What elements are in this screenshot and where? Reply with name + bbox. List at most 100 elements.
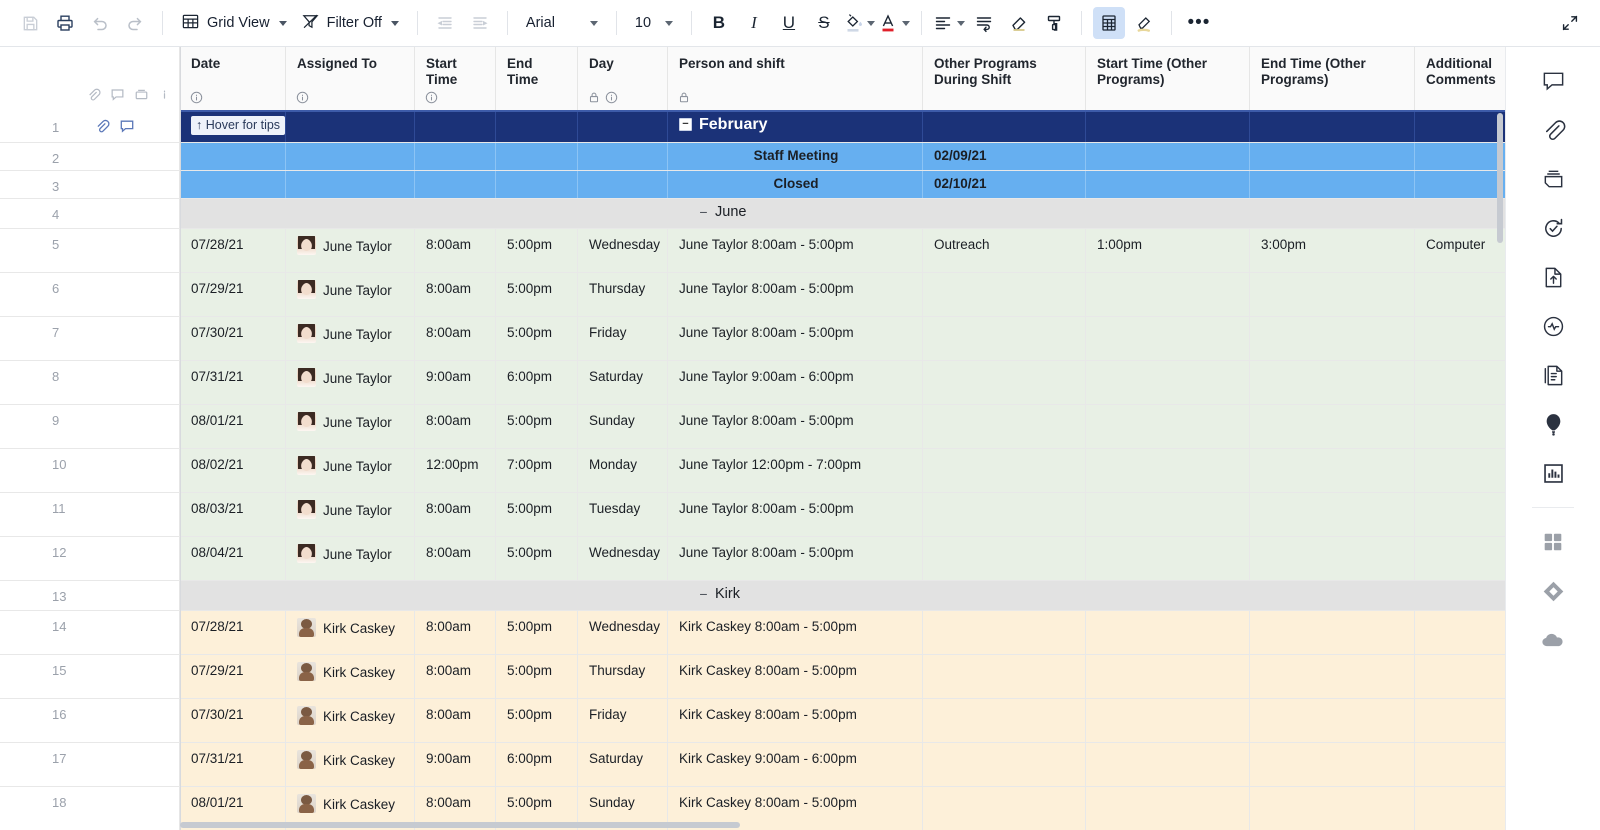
cell-date[interactable]: 07/30/21 (180, 699, 286, 742)
cell-start-time-other[interactable] (1086, 537, 1250, 580)
conversations-icon[interactable] (1531, 63, 1575, 99)
cell-end-time-other[interactable] (1250, 317, 1415, 360)
row-number-gutter[interactable]: 10 (0, 449, 180, 492)
cell-end-time[interactable]: 5:00pm (496, 537, 578, 580)
cell-date[interactable]: 08/01/21 (180, 405, 286, 448)
cell-day[interactable]: Wednesday (578, 229, 668, 272)
collapse-toggle-icon[interactable]: − (698, 586, 709, 603)
underline-button[interactable]: U (773, 7, 805, 39)
cell-start-time-other[interactable] (1086, 655, 1250, 698)
cell-person-and-shift[interactable]: June Taylor 8:00am - 5:00pm (668, 317, 923, 360)
cell-day[interactable] (578, 143, 668, 170)
cell-person-and-shift[interactable]: June Taylor 8:00am - 5:00pm (668, 493, 923, 536)
cell-person-and-shift[interactable]: June Taylor 8:00am - 5:00pm (668, 537, 923, 580)
cell-end-time-other[interactable] (1250, 361, 1415, 404)
cell-end-time-other[interactable] (1250, 449, 1415, 492)
table-row[interactable]: 13−Kirk (0, 581, 1505, 611)
cell-day[interactable]: Wednesday (578, 611, 668, 654)
cell-assigned[interactable]: June Taylor (286, 449, 415, 492)
attachment-icon[interactable] (86, 87, 101, 107)
group-row-cell[interactable]: −Kirk (180, 581, 1505, 610)
cell-end-time-other[interactable] (1250, 611, 1415, 654)
cell-additional-comments[interactable] (1415, 361, 1505, 404)
cell-date[interactable]: 07/29/21 (180, 273, 286, 316)
cell-assigned[interactable] (286, 171, 415, 198)
save-button[interactable] (14, 7, 46, 39)
cell-day[interactable]: Friday (578, 317, 668, 360)
cell-other-programs[interactable] (923, 611, 1086, 654)
cell-end-time-other[interactable] (1250, 699, 1415, 742)
attachments-icon[interactable] (1531, 112, 1575, 148)
cell-other-programs[interactable] (923, 317, 1086, 360)
bold-button[interactable]: B (703, 7, 735, 39)
cell-start-time[interactable]: 12:00pm (415, 449, 496, 492)
row-number-gutter[interactable]: 11 (0, 493, 180, 536)
hover-for-tips-chip[interactable]: ↑ Hover for tips (191, 116, 285, 135)
column-header-start-time-other[interactable]: Start Time (Other Programs) (1086, 47, 1250, 110)
row-number-gutter[interactable]: 12 (0, 537, 180, 580)
cell-start-time[interactable] (415, 143, 496, 170)
cell-additional-comments[interactable]: Computer (1415, 229, 1505, 272)
summary-icon[interactable] (1531, 357, 1575, 393)
cell-start-time[interactable]: 8:00am (415, 611, 496, 654)
balloon-icon[interactable] (1531, 406, 1575, 442)
cell-person-and-shift[interactable]: June Taylor 8:00am - 5:00pm (668, 405, 923, 448)
cell-additional-comments[interactable] (1415, 699, 1505, 742)
cell-group-3[interactable] (496, 112, 578, 142)
cell-assigned[interactable]: June Taylor (286, 317, 415, 360)
cell-end-time[interactable]: 5:00pm (496, 611, 578, 654)
cell-other-programs[interactable]: Outreach (923, 229, 1086, 272)
row-number-gutter[interactable]: 13 (0, 581, 180, 610)
table-row[interactable]: 1↑ Hover for tips−February (0, 112, 1505, 143)
fill-color-button[interactable] (843, 7, 875, 39)
cell-assigned[interactable]: June Taylor (286, 229, 415, 272)
cell-day[interactable]: Saturday (578, 743, 668, 786)
table-row[interactable]: 1607/30/21Kirk Caskey8:00am5:00pmFridayK… (0, 699, 1505, 743)
cell-date[interactable]: 07/30/21 (180, 317, 286, 360)
clear-format-button[interactable] (1003, 7, 1035, 39)
cell-other-programs[interactable] (923, 493, 1086, 536)
cell-start-time-other[interactable] (1086, 449, 1250, 492)
connector-icon[interactable] (1531, 573, 1575, 609)
highlighter-button[interactable] (1128, 7, 1160, 39)
cell-group-2[interactable] (415, 112, 496, 142)
cell-other-programs[interactable]: 02/10/21 (923, 171, 1086, 198)
cell-additional-comments[interactable] (1415, 655, 1505, 698)
vertical-scrollbar[interactable] (1496, 47, 1505, 830)
cell-start-time[interactable]: 8:00am (415, 273, 496, 316)
column-header-day[interactable]: Day (578, 47, 668, 110)
cell-other-programs[interactable] (923, 743, 1086, 786)
cell-other-programs[interactable]: 02/09/21 (923, 143, 1086, 170)
collapse-toggle-icon[interactable]: − (698, 204, 709, 221)
cell-start-time-other[interactable] (1086, 273, 1250, 316)
table-row[interactable]: 1208/04/21June Taylor8:00am5:00pmWednesd… (0, 537, 1505, 581)
cell-start-time-other[interactable]: 1:00pm (1086, 229, 1250, 272)
cell-end-time-other[interactable] (1250, 171, 1415, 198)
cell-date[interactable]: 07/31/21 (180, 743, 286, 786)
more-options-button[interactable]: ••• (1183, 7, 1215, 39)
cell-day[interactable]: Saturday (578, 361, 668, 404)
cell-start-time[interactable] (415, 171, 496, 198)
cell-additional-comments[interactable] (1415, 273, 1505, 316)
column-header-end-time-other[interactable]: End Time (Other Programs) (1250, 47, 1415, 110)
attachment-icon[interactable] (94, 118, 110, 139)
cell-start-time-other[interactable] (1086, 171, 1250, 198)
cell-day[interactable]: Tuesday (578, 493, 668, 536)
cell-date[interactable]: 08/04/21 (180, 537, 286, 580)
cell-other-programs[interactable] (923, 699, 1086, 742)
cell-group-8[interactable] (1250, 112, 1415, 142)
cell-end-time-other[interactable] (1250, 743, 1415, 786)
collapse-toggle-icon[interactable]: − (679, 118, 692, 131)
info-icon[interactable] (425, 91, 438, 104)
align-button[interactable] (933, 7, 965, 39)
table-row[interactable]: 807/31/21June Taylor9:00am6:00pmSaturday… (0, 361, 1505, 405)
publish-icon[interactable] (1531, 259, 1575, 295)
row-number-gutter[interactable]: 6 (0, 273, 180, 316)
cell-person-and-shift[interactable]: Kirk Caskey 8:00am - 5:00pm (668, 611, 923, 654)
table-row[interactable]: 1108/03/21June Taylor8:00am5:00pmTuesday… (0, 493, 1505, 537)
cell-start-time[interactable]: 8:00am (415, 493, 496, 536)
info-icon[interactable] (158, 87, 171, 107)
filter-selector[interactable]: Filter Off (294, 7, 406, 39)
table-row[interactable]: 3Closed02/10/21 (0, 171, 1505, 199)
info-icon[interactable] (605, 91, 618, 104)
